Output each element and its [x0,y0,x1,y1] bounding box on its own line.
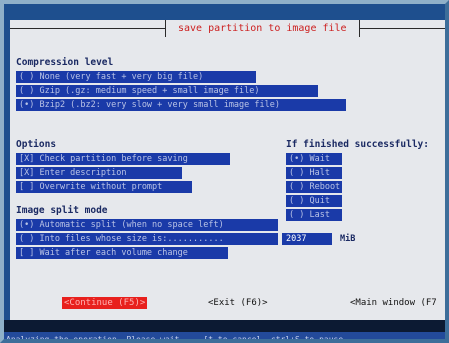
check-partition-checkbox[interactable]: [X] Check partition before saving [16,153,230,165]
split-fixed-size-radio[interactable]: ( ) Into files whose size is:........... [16,233,278,245]
finish-reboot-radio[interactable]: ( ) Reboot [286,181,342,193]
compression-none-option[interactable]: ( ) None (very fast + very big file) [16,71,256,83]
main-window-button[interactable]: <Main window (F7 [350,297,437,309]
screen-frame: save partition to image file Compression… [0,0,449,343]
status-bar: Analyzing the operation. Please wait ...… [4,320,445,339]
split-size-unit: MiB [340,234,356,244]
status-text: Analyzing the operation. Please wait ...… [4,332,445,339]
split-size-input[interactable]: 2037 [282,233,332,245]
wait-volume-change-checkbox[interactable]: [ ] Wait after each volume change [16,247,228,259]
overwrite-without-prompt-checkbox[interactable]: [ ] Overwrite without prompt [16,181,192,193]
compression-bzip2-option[interactable]: (•) Bzip2 (.bz2: very slow + very small … [16,99,346,111]
split-automatic-radio[interactable]: (•) Automatic split (when no space left) [16,219,278,231]
finish-wait-radio[interactable]: (•) Wait [286,153,342,165]
enter-description-checkbox[interactable]: [X] Enter description [16,167,182,179]
exit-button[interactable]: <Exit (F6)> [208,297,268,309]
compression-gzip-option[interactable]: ( ) Gzip (.gz: medium speed + small imag… [16,85,318,97]
dialog-title: save partition to image file [165,20,360,37]
save-partition-dialog: save partition to image file Compression… [10,20,445,320]
compression-heading: Compression level [16,57,114,68]
finish-halt-radio[interactable]: ( ) Halt [286,167,342,179]
finish-last-radio[interactable]: ( ) Last [286,209,342,221]
finished-heading: If finished successfully: [286,139,429,150]
split-mode-heading: Image split mode [16,205,108,216]
finish-quit-radio[interactable]: ( ) Quit [286,195,342,207]
continue-button[interactable]: <Continue (F5)> [62,297,148,309]
options-heading: Options [16,139,57,150]
